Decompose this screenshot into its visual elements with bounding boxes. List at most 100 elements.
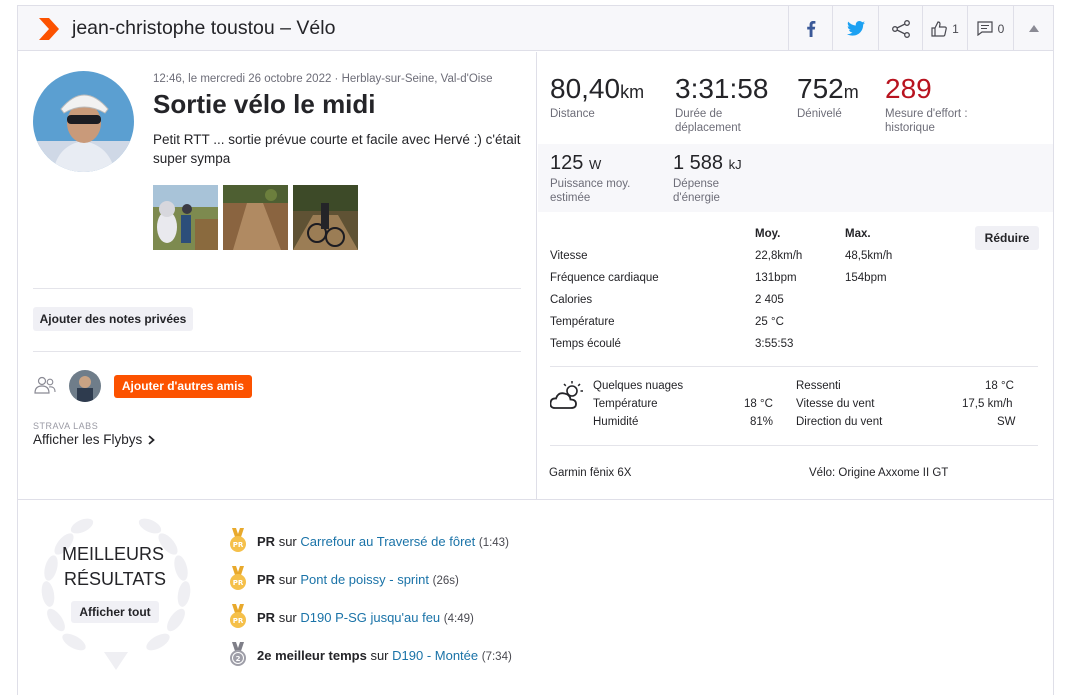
- svg-text:PR: PR: [233, 579, 244, 587]
- activity-photo[interactable]: [153, 185, 218, 250]
- stat-distance-unit: km: [620, 82, 645, 102]
- silver-medal-icon: 2: [230, 642, 246, 666]
- svg-text:PR: PR: [233, 541, 244, 549]
- activity-card: jean-christophe toustou – Vélo 1 0 12:46…: [17, 5, 1054, 695]
- stat-elevation-label: Dénivelé: [797, 108, 842, 120]
- weather-feels-label: Ressenti: [796, 380, 841, 392]
- svg-text:PR: PR: [233, 617, 244, 625]
- facebook-share-button[interactable]: [788, 6, 832, 51]
- achievement-sep: sur: [278, 533, 297, 549]
- pr-medal-icon: PR: [230, 566, 246, 590]
- weather-condition: Quelques nuages: [593, 380, 684, 392]
- details-row-label: Temps écoulé: [550, 338, 621, 350]
- share-button[interactable]: [878, 6, 922, 51]
- stat-relative-effort[interactable]: 289 Mesure d'effort : historique: [885, 73, 995, 135]
- segment-link[interactable]: D190 P-SG jusqu'au feu: [300, 610, 440, 625]
- achievement-item: PR PR sur D190 P-SG jusqu'au feu (4:49): [229, 604, 474, 629]
- show-all-results-button[interactable]: Afficher tout: [71, 601, 159, 623]
- stat-energy: 1 588 kJ Dépense d'énergie: [673, 152, 753, 205]
- achievement-sep: sur: [278, 571, 297, 587]
- details-col-max: Max.: [845, 228, 871, 240]
- achievement-time: (1:43): [478, 536, 509, 549]
- weather-temp-value: 18 °C: [744, 398, 773, 410]
- add-friends-button[interactable]: Ajouter d'autres amis: [114, 375, 252, 398]
- collapse-details-button[interactable]: Réduire: [975, 226, 1039, 250]
- group-member-avatar[interactable]: [69, 370, 101, 402]
- achievement-sep: sur: [370, 647, 389, 663]
- stat-effort-value: 289: [885, 73, 932, 104]
- chevron-right-icon: [39, 18, 59, 40]
- comments-button[interactable]: 0: [967, 6, 1013, 51]
- details-row-avg: 2 405: [755, 294, 784, 306]
- details-col-avg: Moy.: [755, 228, 781, 240]
- collapse-header-button[interactable]: [1013, 6, 1053, 51]
- flybys-link-label: Afficher les Flybys: [33, 432, 143, 447]
- details-row-avg: 131bpm: [755, 272, 797, 284]
- stat-moving-time: 3:31:58 Durée de déplacement: [675, 73, 768, 135]
- stat-effort-label: Mesure d'effort : historique: [885, 108, 968, 134]
- stat-distance: 80,40km Distance: [550, 73, 644, 121]
- segment-link[interactable]: Pont de poissy - sprint: [300, 572, 429, 587]
- details-row-label: Calories: [550, 294, 593, 306]
- activity-owner-title: jean-christophe toustou – Vélo: [72, 17, 336, 39]
- stat-elevation-value: 752: [797, 73, 844, 104]
- stat-distance-label: Distance: [550, 108, 595, 120]
- share-icon: [891, 19, 910, 38]
- stat-distance-value: 80,40: [550, 73, 621, 104]
- activity-header: jean-christophe toustou – Vélo 1 0: [18, 6, 1053, 51]
- achievement-rank: PR: [257, 533, 276, 549]
- secondary-stats-band: 125 W Puissance moy. estimée 1 588 kJ Dé…: [538, 144, 1053, 212]
- activity-photo[interactable]: [223, 185, 288, 250]
- details-row-max: 154bpm: [845, 272, 887, 284]
- divider: [550, 366, 1038, 367]
- stat-power-value: 125: [550, 152, 584, 174]
- details-row-avg: 22,8km/h: [755, 250, 803, 262]
- activity-photo[interactable]: [293, 185, 358, 250]
- stat-moving-time-value: 3:31:58: [675, 73, 769, 104]
- weather-wind-dir-label: Direction du vent: [796, 416, 883, 428]
- activity-title: Sortie vélo le midi: [153, 89, 376, 119]
- details-row-avg: 3:55:53: [755, 338, 794, 350]
- achievement-sep: sur: [278, 609, 297, 625]
- best-efforts-title-line1: MEILLEURS: [62, 544, 165, 564]
- achievement-time: (4:49): [443, 612, 474, 625]
- weather-temp-label: Température: [593, 398, 658, 410]
- achievement-item: PR PR sur Carrefour au Traversé de fôret…: [229, 528, 509, 553]
- kudos-button[interactable]: 1: [922, 6, 967, 51]
- weather-wind-speed-label: Vitesse du vent: [796, 398, 875, 410]
- laurel-wreath-icon: [41, 518, 191, 670]
- athlete-avatar[interactable]: [33, 71, 134, 172]
- add-private-notes-button[interactable]: Ajouter des notes privées: [33, 307, 193, 331]
- best-efforts-section: MEILLEURS RÉSULTATS Afficher tout PR PR …: [18, 499, 1053, 695]
- segment-link[interactable]: Carrefour au Traversé de fôret: [300, 534, 475, 549]
- pr-medal-icon: PR: [230, 604, 246, 628]
- pr-medal-icon: PR: [230, 528, 246, 552]
- bike-name: Vélo: Origine Axxome II GT: [809, 467, 949, 479]
- weather-humidity-label: Humidité: [593, 416, 639, 428]
- stat-energy-label: Dépense d'énergie: [673, 178, 720, 204]
- activity-summary-panel: 12:46, le mercredi 26 octobre 2022 · Her…: [18, 52, 537, 499]
- achievement-item: 2 2e meilleur temps sur D190 - Montée (7…: [229, 642, 512, 667]
- details-row-avg: 25 °C: [755, 316, 784, 328]
- details-row-label: Fréquence cardiaque: [550, 272, 659, 284]
- best-efforts-title-line2: RÉSULTATS: [64, 569, 167, 589]
- chevron-right-icon: [148, 434, 156, 445]
- achievement-rank: PR: [257, 609, 276, 625]
- comments-count: 0: [997, 21, 1005, 36]
- strava-labs-label: STRAVA LABS: [33, 421, 99, 431]
- group-icon: [34, 376, 56, 394]
- caret-up-icon: [1028, 25, 1039, 32]
- kudos-count: 1: [952, 21, 959, 36]
- achievement-rank: 2e meilleur temps: [257, 647, 367, 663]
- stat-energy-unit: kJ: [728, 157, 742, 172]
- details-row-label: Vitesse: [550, 250, 588, 262]
- details-row-label: Température: [550, 316, 615, 328]
- flybys-link[interactable]: Afficher les Flybys: [33, 432, 156, 447]
- stat-elevation-unit: m: [843, 82, 859, 102]
- twitter-share-button[interactable]: [832, 6, 878, 51]
- activity-description: Petit RTT ... sortie prévue courte et fa…: [153, 132, 521, 166]
- stat-elevation: 752m Dénivelé: [797, 73, 859, 121]
- stat-moving-time-label: Durée de déplacement: [675, 108, 741, 134]
- segment-link[interactable]: D190 - Montée: [392, 648, 478, 663]
- activity-stats-panel: 80,40km Distance 3:31:58 Durée de déplac…: [538, 52, 1053, 499]
